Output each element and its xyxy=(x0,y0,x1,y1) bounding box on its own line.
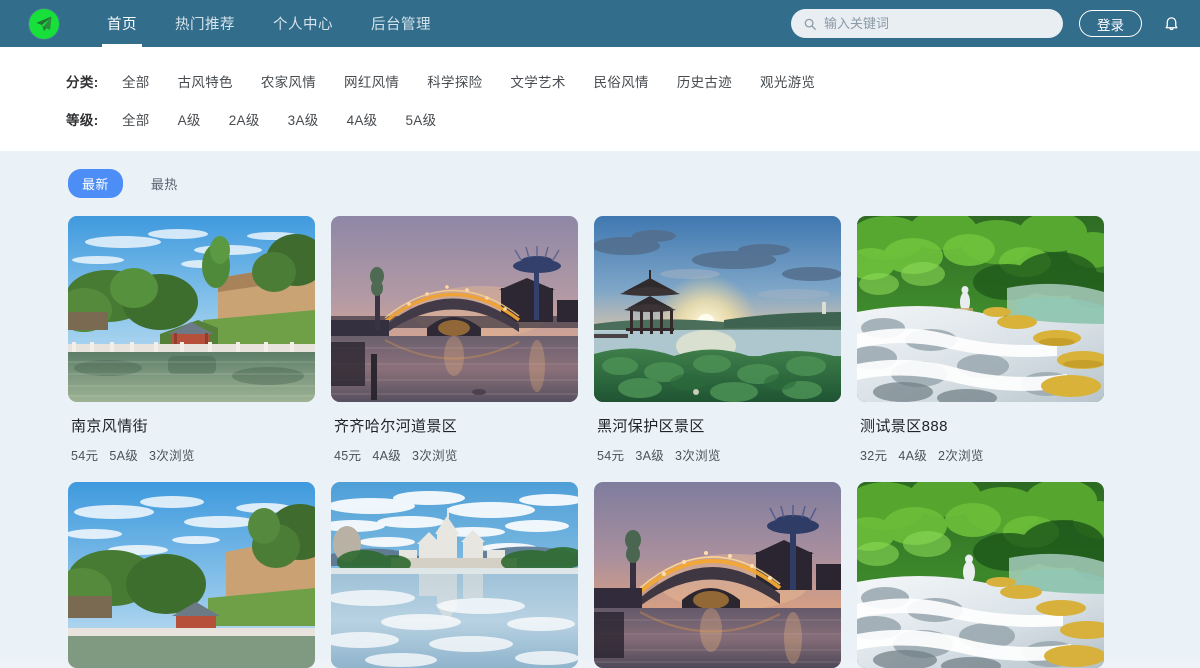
nav-label-home: 首页 xyxy=(107,17,137,33)
nav-item-personal-center[interactable]: 个人中心 xyxy=(254,0,352,47)
filter-option-level-4a[interactable]: 4A级 xyxy=(347,109,378,129)
paper-plane-icon xyxy=(29,8,59,39)
notification-button[interactable] xyxy=(1158,11,1184,37)
scenic-card-level: 3A级 xyxy=(635,449,665,463)
scenic-card-thumbnail[interactable] xyxy=(857,216,1104,402)
chinese-garden-pavilion-pond-image xyxy=(68,482,315,668)
nav-item-admin[interactable]: 后台管理 xyxy=(352,0,450,47)
scenic-card[interactable] xyxy=(857,482,1104,668)
filter-option-level-2a[interactable]: 2A级 xyxy=(229,109,260,129)
forest-cascade-rapids-image xyxy=(857,216,1104,402)
nav-item-hot-recommend[interactable]: 热门推荐 xyxy=(156,0,254,47)
header-actions: 登录 xyxy=(791,9,1184,38)
arched-bridge-dusk-lights-image xyxy=(594,482,841,668)
scenic-card-thumbnail[interactable] xyxy=(68,482,315,668)
sort-tabs: 最新 最热 xyxy=(0,169,1200,198)
white-temple-reflection-clouds-image xyxy=(331,482,578,668)
scenic-card-thumbnail[interactable] xyxy=(331,216,578,402)
sort-tab-newest-label: 最新 xyxy=(82,177,109,192)
login-button[interactable]: 登录 xyxy=(1079,10,1142,37)
scenic-card-title: 测试景区888 xyxy=(860,418,948,435)
scenic-card-thumbnail[interactable] xyxy=(857,482,1104,668)
search-box[interactable] xyxy=(791,9,1063,38)
scenic-card[interactable]: 齐齐哈尔河道景区 45元 4A级 3次浏览 xyxy=(331,216,578,464)
nav-item-home[interactable]: 首页 xyxy=(88,0,156,47)
scenic-card-views: 3次浏览 xyxy=(675,449,721,463)
scenic-card-thumbnail[interactable] xyxy=(331,482,578,668)
chinese-garden-pavilion-pond-image xyxy=(68,216,315,402)
scenic-card[interactable]: 黑河保护区景区 54元 3A级 3次浏览 xyxy=(594,216,841,464)
scenic-card-meta: 32元 4A级 2次浏览 xyxy=(860,445,1104,464)
scenic-card[interactable] xyxy=(594,482,841,668)
filter-option-level-5a[interactable]: 5A级 xyxy=(405,109,436,129)
scenic-card-thumbnail[interactable] xyxy=(594,216,841,402)
filter-options-category: 全部 古风特色 农家风情 网红风情 科学探险 文学艺术 民俗风情 历史古迹 观光… xyxy=(122,71,815,91)
filter-option-level-3a[interactable]: 3A级 xyxy=(288,109,319,129)
sort-tab-hottest-label: 最热 xyxy=(150,177,178,192)
filter-option-category-guanguang[interactable]: 观光游览 xyxy=(760,71,815,91)
scenic-card-title: 南京风情街 xyxy=(71,418,149,435)
logo-container[interactable] xyxy=(0,8,88,39)
filter-label-category: 分类: xyxy=(66,75,99,90)
filter-option-level-a[interactable]: A级 xyxy=(178,109,201,129)
scenic-card-level: 5A级 xyxy=(109,449,139,463)
lakeside-pavilion-sunset-lotus-image xyxy=(594,216,841,402)
sort-tab-newest[interactable]: 最新 xyxy=(68,169,123,198)
scenic-card-title: 黑河保护区景区 xyxy=(597,418,705,435)
scenic-card-meta: 54元 3A级 3次浏览 xyxy=(597,445,841,464)
nav-label-personal-center: 个人中心 xyxy=(273,17,333,33)
app-header: 首页 热门推荐 个人中心 后台管理 登录 xyxy=(0,0,1200,47)
paper-plane-glyph xyxy=(36,16,52,31)
scenic-card[interactable]: 南京风情街 54元 5A级 3次浏览 xyxy=(68,216,315,464)
filter-option-category-all[interactable]: 全部 xyxy=(122,71,150,91)
scenic-card-meta: 45元 4A级 3次浏览 xyxy=(334,445,578,464)
scenic-card-price: 32元 xyxy=(860,449,888,463)
scenic-card-level: 4A级 xyxy=(372,449,402,463)
scenic-card[interactable]: 测试景区888 32元 4A级 2次浏览 xyxy=(857,216,1104,464)
filter-option-category-lishi[interactable]: 历史古迹 xyxy=(677,71,732,91)
login-button-label: 登录 xyxy=(1097,17,1124,33)
filter-option-category-wenxue[interactable]: 文学艺术 xyxy=(510,71,565,91)
scenic-card-price: 45元 xyxy=(334,449,362,463)
scenic-spot-grid: 南京风情街 54元 5A级 3次浏览 齐齐哈尔河道景区 45元 4A级 3次浏览… xyxy=(0,216,1200,668)
scenic-card-thumbnail[interactable] xyxy=(594,482,841,668)
content-area: 最新 最热 南京风情街 54元 5A级 3次浏览 齐齐哈尔河道景区 45元 4A… xyxy=(0,151,1200,668)
filter-option-category-gufeng[interactable]: 古风特色 xyxy=(178,71,233,91)
scenic-card-price: 54元 xyxy=(71,449,99,463)
scenic-card-title: 齐齐哈尔河道景区 xyxy=(334,418,458,435)
nav-label-admin: 后台管理 xyxy=(371,17,431,33)
scenic-card-views: 3次浏览 xyxy=(149,449,195,463)
nav-label-hot-recommend: 热门推荐 xyxy=(175,17,235,33)
scenic-card-meta: 54元 5A级 3次浏览 xyxy=(71,445,315,464)
filter-bar: 分类: 全部 古风特色 农家风情 网红风情 科学探险 文学艺术 民俗风情 历史古… xyxy=(0,47,1200,151)
filter-option-level-all[interactable]: 全部 xyxy=(122,109,150,129)
main-navigation: 首页 热门推荐 个人中心 后台管理 xyxy=(88,0,450,47)
forest-cascade-rapids-image xyxy=(857,482,1104,668)
scenic-card-thumbnail[interactable] xyxy=(68,216,315,402)
scenic-card[interactable] xyxy=(331,482,578,668)
scenic-card-views: 3次浏览 xyxy=(412,449,458,463)
scenic-card[interactable] xyxy=(68,482,315,668)
filter-option-category-nongjia[interactable]: 农家风情 xyxy=(261,71,316,91)
filter-row-category: 分类: 全部 古风特色 农家风情 网红风情 科学探险 文学艺术 民俗风情 历史古… xyxy=(0,71,1200,91)
filter-row-level: 等级: 全部 A级 2A级 3A级 4A级 5A级 xyxy=(0,109,1200,129)
scenic-card-level: 4A级 xyxy=(898,449,928,463)
arched-bridge-dusk-lights-image xyxy=(331,216,578,402)
filter-option-category-kexue[interactable]: 科学探险 xyxy=(427,71,482,91)
filter-label-level: 等级: xyxy=(66,113,99,128)
scenic-card-views: 2次浏览 xyxy=(938,449,984,463)
filter-options-level: 全部 A级 2A级 3A级 4A级 5A级 xyxy=(122,109,436,129)
filter-option-category-wanghong[interactable]: 网红风情 xyxy=(344,71,399,91)
search-icon xyxy=(804,18,816,30)
bell-icon xyxy=(1165,17,1177,31)
scenic-card-price: 54元 xyxy=(597,449,625,463)
filter-option-category-minsu[interactable]: 民俗风情 xyxy=(594,71,649,91)
sort-tab-hottest[interactable]: 最热 xyxy=(137,169,192,198)
search-input[interactable] xyxy=(824,16,1051,31)
